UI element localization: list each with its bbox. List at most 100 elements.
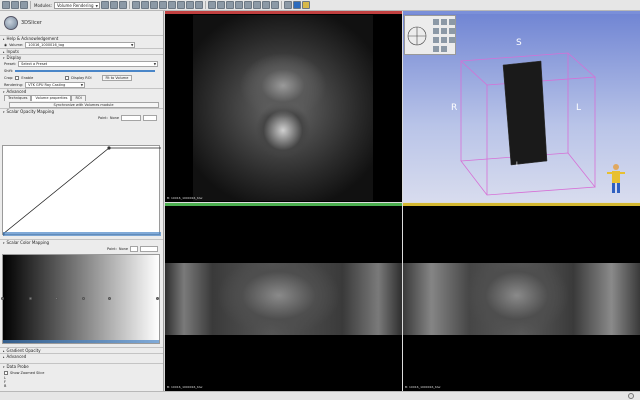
eye-icon[interactable]: ◉ xyxy=(4,43,7,47)
green-slice-view[interactable]: B: 10016_1000016_t2w xyxy=(165,203,402,391)
rendering-label: Rendering: xyxy=(4,82,24,87)
slicer-logo: 3DSlicer xyxy=(0,11,163,35)
red-slice-view[interactable]: B: 10016_1000016_t2w xyxy=(165,11,402,202)
crop-enable-checkbox[interactable] xyxy=(15,75,20,80)
green-view-bar[interactable] xyxy=(165,203,402,206)
color-swatch[interactable] xyxy=(130,245,138,252)
collapse-icon: ▾ xyxy=(3,109,5,114)
shift-slider[interactable] xyxy=(15,69,156,72)
collapse-icon: ▾ xyxy=(3,89,5,94)
window-level-icon[interactable] xyxy=(234,1,243,9)
probe-line-b: B xyxy=(4,384,7,388)
color-range-bar[interactable] xyxy=(3,340,159,343)
show-zoomed-checkbox[interactable] xyxy=(4,370,8,375)
module-selector[interactable]: Volume Rendering ▼ xyxy=(53,1,100,9)
back-icon[interactable] xyxy=(109,1,118,9)
module-search-icon[interactable] xyxy=(100,1,109,9)
green-view-label: B: 10016_1000016_t2w xyxy=(167,385,203,389)
human-figure-icon xyxy=(607,164,625,193)
color-point-value: None xyxy=(118,246,128,251)
crop-row: Crop: Enable Display ROI Fit to Volume xyxy=(0,74,163,81)
logo-text: 3DSlicer xyxy=(21,20,42,26)
toolbar-separator xyxy=(128,1,130,9)
color-control-point[interactable] xyxy=(108,297,111,300)
color-point-label: Point: xyxy=(106,246,117,251)
python-console-icon[interactable] xyxy=(301,1,310,9)
error-log-icon[interactable] xyxy=(628,393,634,399)
toolbar-separator xyxy=(30,1,31,9)
module-markups-icon[interactable] xyxy=(167,1,176,9)
yellow-view-bar[interactable] xyxy=(403,203,640,206)
rendering-selector[interactable]: VTK GPU Ray Casting ▼ xyxy=(25,81,86,88)
layout-icon[interactable] xyxy=(207,1,216,9)
shift-row: Shift: xyxy=(0,67,163,74)
ruler-icon[interactable] xyxy=(261,1,270,9)
tab-volume-properties[interactable]: Volume properties xyxy=(31,94,72,101)
color-x-field[interactable] xyxy=(140,245,158,252)
rendering-selector-value: VTK GPU Ray Casting xyxy=(28,82,66,87)
color-control-point[interactable] xyxy=(82,297,85,300)
color-control-point[interactable] xyxy=(29,297,32,300)
toolbar-separator xyxy=(204,1,206,9)
inputs-section-label: Inputs xyxy=(6,49,19,54)
lower-sections: ▸ Gradient Opacity ▸ Advanced ▾ Data Probe … xyxy=(0,347,163,388)
synchronize-button[interactable]: Synchronize with Volumes module xyxy=(8,101,159,108)
screenshot-icon[interactable] xyxy=(283,1,292,9)
module-extra-icon[interactable] xyxy=(194,1,203,9)
save-icon[interactable] xyxy=(20,1,28,9)
tab-bar: Techniques Volume properties ROI xyxy=(0,94,163,101)
scalar-opacity-chart[interactable] xyxy=(1,145,161,236)
roi-icon[interactable] xyxy=(270,1,279,9)
expand-icon: ▸ xyxy=(3,49,5,54)
show-zoomed-row: Show Zoomed Slice xyxy=(0,369,163,376)
chevron-down-icon: ▼ xyxy=(153,61,157,66)
data-probe-section-label: Data Probe xyxy=(6,364,29,369)
tab-roi[interactable]: ROI xyxy=(71,94,86,101)
display-roi-checkbox[interactable] xyxy=(65,75,70,80)
chevron-down-icon: ▼ xyxy=(130,42,134,47)
red-view-bar[interactable] xyxy=(165,11,402,14)
display-roi-label: Display ROI xyxy=(71,75,92,80)
place-fiducial-icon[interactable] xyxy=(252,1,261,9)
module-transforms-icon[interactable] xyxy=(158,1,167,9)
opacity-control-point[interactable] xyxy=(107,146,111,150)
color-control-point[interactable] xyxy=(1,297,4,300)
volume-selector[interactable]: 10016_1000016_tag ▼ xyxy=(25,41,136,48)
module-volumes-icon[interactable] xyxy=(140,1,149,9)
layout-dropdown-icon[interactable] xyxy=(216,1,225,9)
tab-techniques[interactable]: Techniques xyxy=(4,94,32,101)
module-models-icon[interactable] xyxy=(149,1,158,9)
expand-icon: ▸ xyxy=(3,348,5,353)
module-data-icon[interactable] xyxy=(131,1,140,9)
dicom-icon[interactable] xyxy=(11,1,19,9)
yellow-slice-view[interactable]: B: 10016_1000016_t2w xyxy=(403,203,640,391)
extension-manager-icon[interactable] xyxy=(292,1,301,9)
opacity-point-value: None xyxy=(109,115,119,120)
scalar-opacity-section-label: Scalar Opacity Mapping xyxy=(6,109,55,114)
advanced2-section-header[interactable]: ▸ Advanced xyxy=(0,353,163,359)
preset-label: Preset: xyxy=(4,61,17,66)
opacity-curve xyxy=(1,146,161,236)
fit-to-volume-button[interactable]: Fit to Volume xyxy=(101,74,133,81)
color-control-point[interactable] xyxy=(156,297,159,300)
opacity-x-field[interactable] xyxy=(121,114,141,121)
module-segment-icon[interactable] xyxy=(185,1,194,9)
opacity-y-field[interactable] xyxy=(143,114,157,121)
rendering-row: Rendering: VTK GPU Ray Casting ▼ xyxy=(0,81,163,88)
color-control-point[interactable] xyxy=(55,297,58,300)
display-section-label: Display xyxy=(6,55,22,60)
module-editor-icon[interactable] xyxy=(176,1,185,9)
forward-icon[interactable] xyxy=(118,1,127,9)
scalar-color-chart[interactable] xyxy=(1,254,160,344)
crosshair-icon[interactable] xyxy=(225,1,234,9)
mouse-mode-icon[interactable] xyxy=(243,1,252,9)
color-section: ▾ Scalar Color Mapping Point: None xyxy=(0,239,163,252)
preset-selector[interactable]: Select a Preset ▼ xyxy=(18,60,159,67)
module-panel: 3DSlicer ▸ Help & Acknowledgement ◉ Volum… xyxy=(0,11,164,400)
load-data-icon[interactable] xyxy=(2,1,10,9)
expand-icon: ▸ xyxy=(3,36,5,41)
preset-row: Preset: Select a Preset ▼ xyxy=(0,60,163,67)
threed-view[interactable]: S R L I xyxy=(403,11,640,202)
opacity-range-bar[interactable] xyxy=(3,232,161,236)
preset-selector-value: Select a Preset xyxy=(21,61,48,66)
